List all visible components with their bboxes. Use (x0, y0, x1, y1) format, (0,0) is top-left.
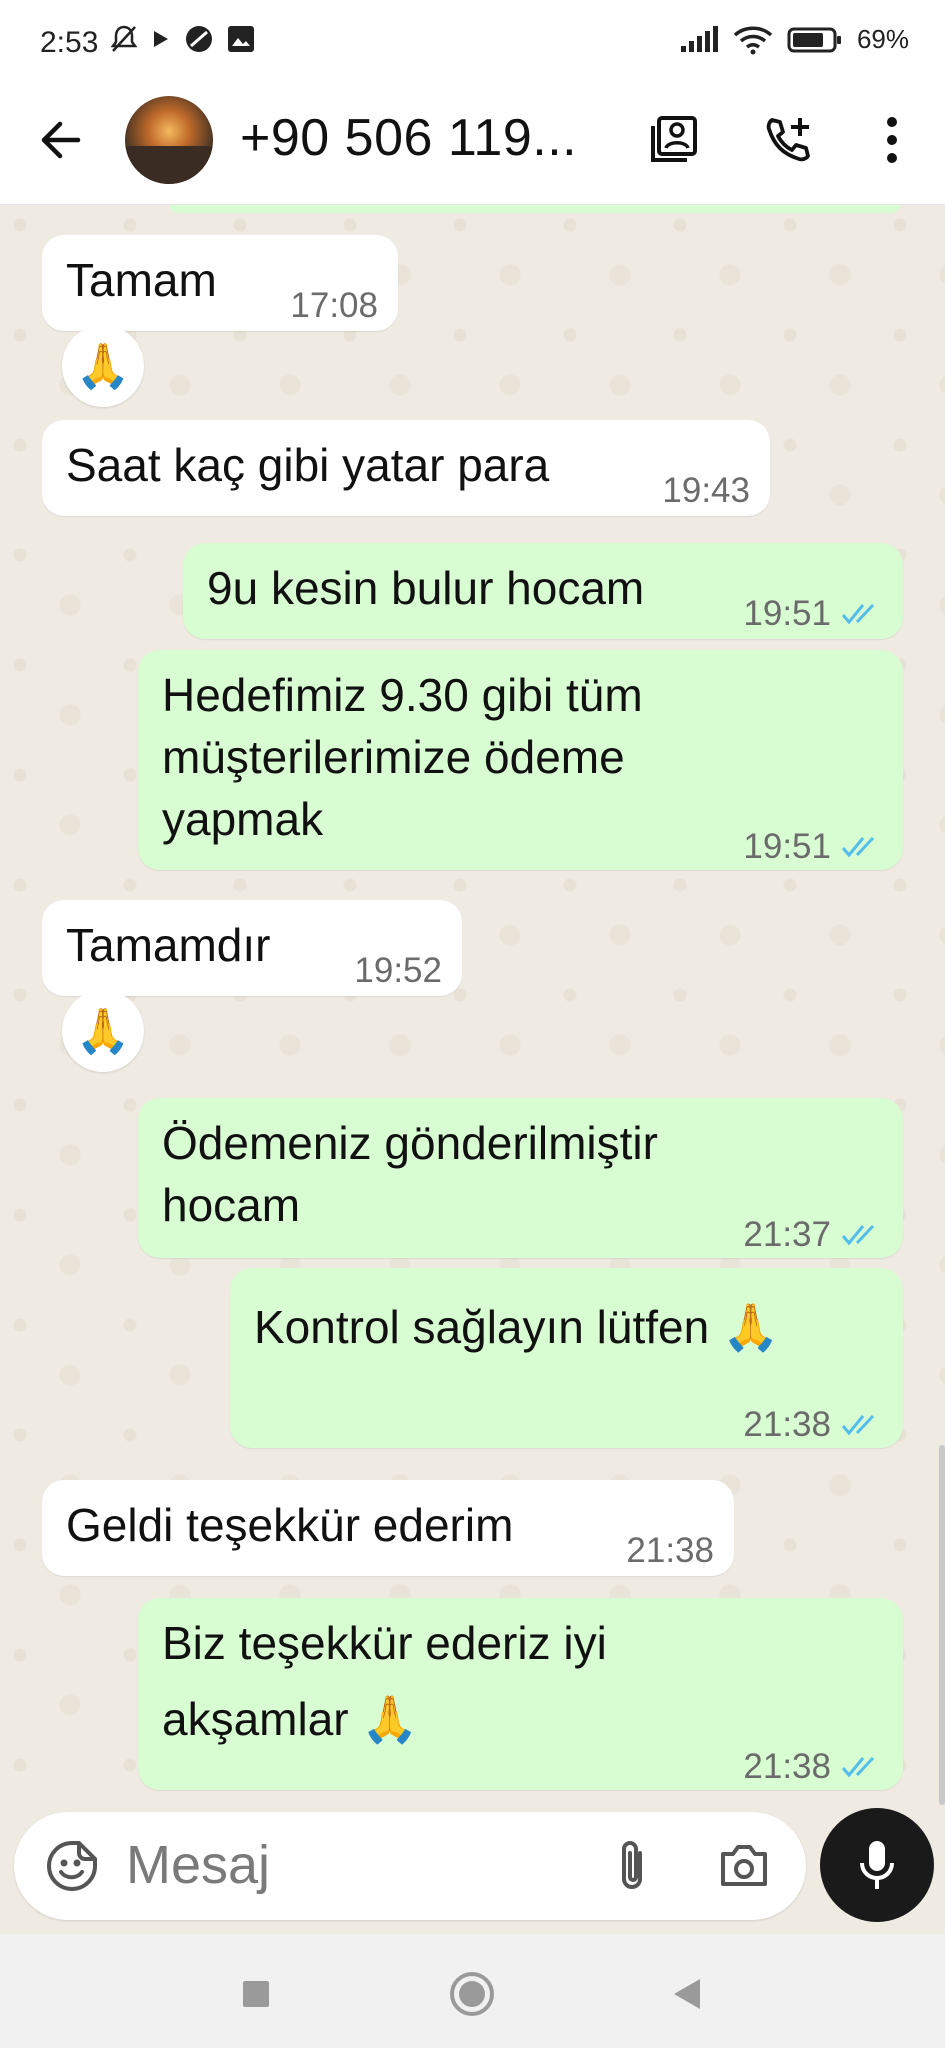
contact-card-icon (651, 116, 697, 162)
time-label: 19:43 (662, 471, 750, 510)
message-text: hocam (162, 1179, 301, 1231)
recents-button[interactable] (226, 1964, 286, 2024)
play-icon (154, 31, 168, 47)
chat-header: +90 506 119... (0, 88, 945, 205)
add-call-button[interactable] (758, 110, 818, 170)
message-text: Kontrol sağlayın lütfen 🙏 (254, 1301, 780, 1353)
outgoing-message[interactable]: Kontrol sağlayın lütfen 🙏 21:38 (230, 1268, 903, 1448)
back-triangle-icon (674, 1979, 700, 2009)
signal-icon (680, 25, 718, 52)
incoming-message[interactable]: Tamamdır 19:52 (42, 900, 462, 996)
reaction-badge[interactable]: 🙏 (62, 325, 144, 407)
message-text: Hedefimiz 9.30 gibi tüm (162, 669, 643, 721)
reaction-badge[interactable]: 🙏 (62, 990, 144, 1072)
back-button[interactable] (30, 110, 90, 170)
message-text: 9u kesin bulur hocam (207, 562, 645, 614)
message-text: müşterilerimize ödeme (162, 731, 625, 783)
message-time: 19:43 (662, 460, 750, 522)
battery-percent: 69% (856, 24, 909, 54)
incoming-message[interactable]: Geldi teşekkür ederim 21:38 (42, 1480, 734, 1576)
time-label: 21:38 (743, 1405, 831, 1444)
outgoing-message[interactable]: Ödemeniz gönderilmiştir hocam 21:37 (138, 1098, 903, 1258)
message-input[interactable]: Mesaj (126, 1834, 270, 1896)
message-time: 19:52 (354, 940, 442, 1002)
message-text: Saat kaç gibi yatar para (66, 439, 550, 491)
outgoing-message[interactable]: Hedefimiz 9.30 gibi tüm müşterilerimize … (138, 650, 903, 870)
sticker-button[interactable] (42, 1836, 102, 1896)
message-time: 21:38 (743, 1736, 881, 1798)
status-left-icons (110, 24, 256, 54)
message-text: Tamamdır (66, 919, 271, 971)
camera-icon (721, 1845, 767, 1886)
system-nav-bar (0, 1934, 945, 2048)
status-time: 2:53 (40, 26, 99, 59)
chat-area[interactable]: Tamam 17:08 🙏 Saat kaç gibi yatar para 1… (0, 205, 945, 1805)
home-circle-icon (450, 1972, 494, 2016)
recents-square-icon (243, 1981, 269, 2007)
sticker-icon (47, 1841, 97, 1891)
back-nav-button[interactable] (656, 1964, 716, 2024)
image-icon (228, 26, 254, 52)
attach-icon (622, 1841, 642, 1889)
camera-button[interactable] (714, 1836, 774, 1896)
outgoing-message[interactable]: 9u kesin bulur hocam 19:51 (183, 543, 903, 639)
voice-record-button[interactable] (820, 1808, 934, 1922)
time-label: 19:51 (743, 827, 831, 866)
back-arrow-icon (41, 121, 81, 159)
time-label: 19:52 (354, 951, 442, 990)
message-text: Biz teşekkür ederiz iyi (162, 1617, 607, 1669)
mic-icon (860, 1841, 894, 1889)
message-time: 21:38 (743, 1394, 881, 1456)
time-label: 21:38 (626, 1531, 714, 1570)
attach-button[interactable] (602, 1836, 662, 1896)
contact-card-button[interactable] (645, 110, 705, 170)
message-text: yapmak (162, 793, 324, 845)
double-check-icon (841, 603, 875, 625)
double-check-icon (841, 1414, 875, 1436)
avatar[interactable] (125, 96, 213, 184)
incoming-message[interactable]: Tamam 17:08 (42, 235, 398, 331)
contact-name[interactable]: +90 506 119... (240, 108, 577, 168)
home-button[interactable] (442, 1964, 502, 2024)
message-text: Geldi teşekkür ederim (66, 1499, 514, 1551)
message-time: 21:38 (626, 1520, 714, 1582)
scrollbar[interactable] (939, 1445, 945, 1805)
message-time: 21:37 (743, 1204, 881, 1266)
mute-icon (110, 25, 138, 52)
more-vert-icon (887, 117, 897, 163)
wifi-icon (733, 26, 773, 54)
status-bar: 2:53 69% (0, 0, 945, 88)
battery-icon (787, 27, 841, 52)
message-time: 19:51 (743, 583, 881, 645)
message-text: Ödemeniz gönderilmiştir (162, 1117, 658, 1169)
more-options-button[interactable] (862, 110, 922, 170)
incoming-message[interactable]: Saat kaç gibi yatar para 19:43 (42, 420, 770, 516)
time-label: 19:51 (743, 594, 831, 633)
double-check-icon (841, 1756, 875, 1778)
double-check-icon (841, 836, 875, 858)
previous-message-edge (170, 205, 900, 213)
double-check-icon (841, 1224, 875, 1246)
message-text: akşamlar 🙏 (162, 1693, 419, 1745)
message-time: 19:51 (743, 816, 881, 878)
status-right: 69% (679, 24, 909, 55)
time-label: 17:08 (290, 286, 378, 325)
time-label: 21:38 (743, 1747, 831, 1786)
time-label: 21:37 (743, 1215, 831, 1254)
message-input-bar[interactable]: Mesaj (14, 1812, 806, 1920)
add-call-icon (766, 118, 810, 162)
outgoing-message[interactable]: Biz teşekkür ederiz iyi akşamlar 🙏 21:38 (138, 1598, 903, 1790)
message-time: 17:08 (290, 275, 378, 337)
message-text: Tamam (66, 254, 217, 306)
no-entry-icon (186, 26, 212, 52)
